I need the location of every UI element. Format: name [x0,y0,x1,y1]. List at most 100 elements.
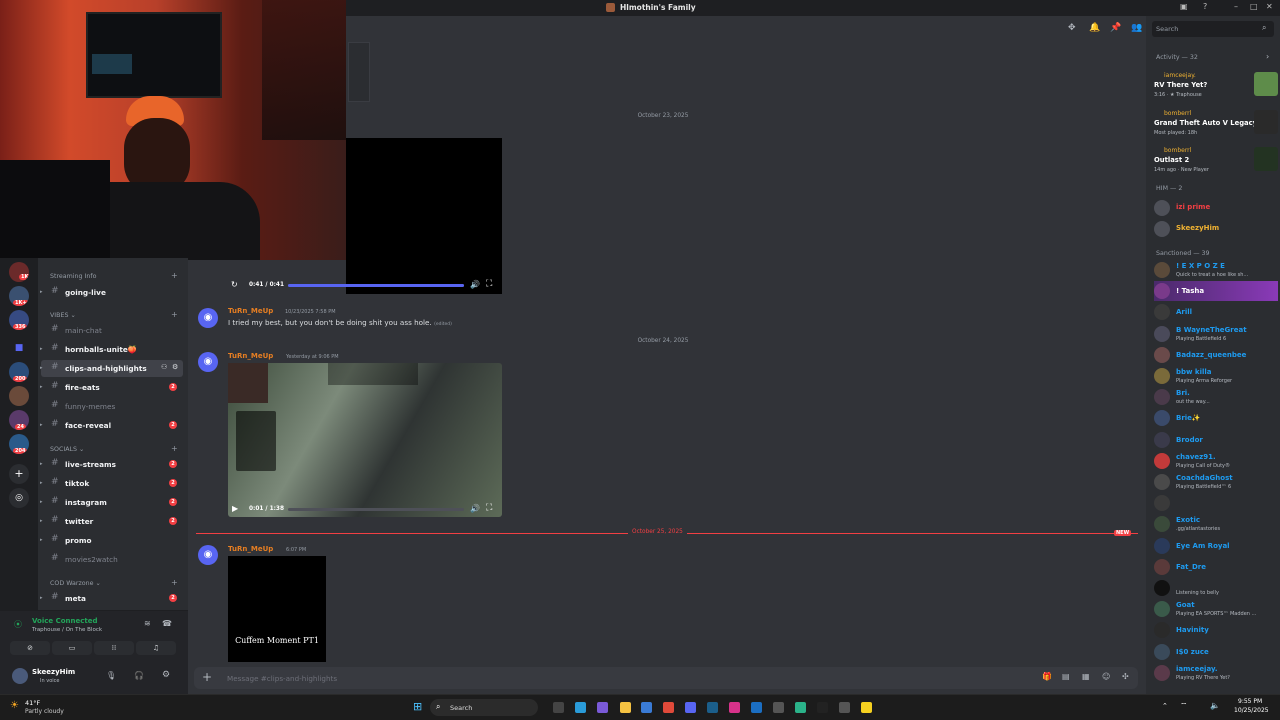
member-item[interactable]: Fat_Dre [1154,557,1278,577]
chrome-icon[interactable] [663,702,674,713]
headphones-icon[interactable]: 🎧 [134,671,144,680]
fullscreen-icon[interactable]: ⛶ [486,503,492,513]
activity-card[interactable]: bomberrl Grand Theft Auto V Legacy Most pl… [1154,110,1278,144]
member-item[interactable]: Arill [1154,302,1278,322]
obs-icon[interactable] [773,702,784,713]
user-name[interactable]: SkeezyHim [32,668,75,676]
server-icon[interactable]: 200 [9,362,29,382]
settings-gear-icon[interactable]: ⚙ [162,670,170,680]
help-icon[interactable]: ? [1203,2,1207,11]
channel-face-reveal[interactable]: ▸ # face-reveal 2 [40,417,183,434]
add-attachment-icon[interactable]: + [202,670,212,684]
soundboard-button[interactable]: ♫ [136,641,176,655]
channel-going-live[interactable]: ▸ # going-live [40,284,183,301]
message-composer[interactable]: + Message #clips-and-highlights 🎁 ▤ ▦ ☺ … [194,667,1138,689]
member-item[interactable]: Exotic .gg/atlantastories [1154,514,1278,534]
fullscreen-icon[interactable]: ⛶ [486,279,492,289]
clock-date[interactable]: 10/25/2025 [1234,707,1269,714]
channel-movies2watch[interactable]: # movies2watch [41,551,183,568]
member-item[interactable]: I$0 zuce [1154,642,1278,662]
clock-time[interactable]: 9:55 PM [1238,698,1262,705]
member-list-icon[interactable]: 👥 [1131,23,1142,33]
add-server-icon[interactable]: + [9,464,29,484]
channel-funny-memes[interactable]: # funny-memes [41,398,183,415]
channel-fire-eats[interactable]: ▸ # fire-eats 2 [40,379,183,396]
avatar[interactable]: ◉ [198,352,218,372]
message-author[interactable]: TuRn_MeUp [228,545,273,553]
capcut-icon[interactable] [795,702,806,713]
message-input[interactable]: Message #clips-and-highlights [227,674,337,683]
member-item[interactable]: izi prime [1154,198,1278,218]
file-explorer-icon[interactable] [620,702,631,713]
member-item[interactable] [1154,493,1278,513]
volume-icon[interactable]: 🔊 [470,280,480,289]
member-item[interactable]: CoachdaGhost Playing Battlefield™ 6 [1154,472,1278,492]
activity-card[interactable]: iamceejay. RV There Yet? 3:16 · ★ Traphous… [1154,72,1278,106]
channel-live-streams[interactable]: ▸ # live-streams 2 [40,456,183,473]
sticker-icon[interactable]: ▦ [1082,672,1090,681]
member-item[interactable]: Goat Playing EA SPORTS™ Madden ... [1154,599,1278,619]
taskbar-search[interactable]: ⌕ Search [430,699,538,716]
avatar[interactable] [12,668,28,684]
noise-suppression-icon[interactable]: ≋ [144,619,151,628]
server-icon[interactable] [9,386,29,406]
channel-meta[interactable]: ▸ # meta 2 [40,590,183,607]
avatar[interactable]: ◉ [198,308,218,328]
video-player[interactable] [228,363,502,517]
member-item[interactable]: bbw killa Playing Arma Reforger [1154,366,1278,386]
minimize-button[interactable]: – [1234,2,1238,11]
weather-icon[interactable]: ☀ [10,700,19,711]
speaker-icon[interactable]: 🔈 [1210,701,1220,710]
server-icon[interactable]: 1K+ [9,262,29,282]
channel-hornballs-unite[interactable]: ▸ # hornballs-unite🍑 [40,341,183,358]
member-item[interactable]: ! Tasha [1154,281,1278,302]
category-header[interactable]: COD Warzone ⌄ [50,580,101,587]
weather-temp[interactable]: 41°F [25,699,40,707]
pin-icon[interactable]: 📌 [1110,23,1121,33]
disconnect-icon[interactable]: ☎ [162,619,172,628]
discover-icon[interactable]: ◎ [9,488,29,508]
member-item[interactable]: iamceejay. Playing RV There Yet? [1154,663,1278,683]
activities-button[interactable]: ⁞⁞ [94,641,134,655]
gif-icon[interactable]: ▤ [1062,672,1070,681]
threads-icon[interactable]: ✥ [1068,23,1076,33]
member-item[interactable]: ! E X P O Z E Quick to treat a hoe like s… [1154,260,1278,280]
maximize-button[interactable]: □ [1250,2,1258,11]
camera-off-button[interactable]: ⊘ [10,641,50,655]
category-header[interactable]: VIBES ⌄ [50,312,76,319]
chevron-right-icon[interactable]: › [1266,52,1269,61]
channel-clips-and-highlights[interactable]: ▸ # clips-and-highlights ⚇ ⚙ [40,360,183,377]
add-channel-icon[interactable]: + [171,444,178,453]
apps-icon[interactable]: ✣ [1122,672,1129,681]
member-item[interactable]: Eye Am Royal [1154,536,1278,556]
server-icon[interactable]: 204 [9,434,29,454]
folder-icon[interactable]: ■ [9,338,29,358]
activity-card[interactable]: bomberrl Outlast 2 14m ago · New Player [1154,147,1278,181]
close-button[interactable]: ✕ [1266,2,1273,11]
media-icon[interactable] [751,702,762,713]
steam-icon[interactable] [707,702,718,713]
member-item[interactable]: Brodor [1154,430,1278,450]
video-progress-track[interactable] [288,284,464,287]
replay-icon[interactable]: ↻ [231,280,238,289]
emoji-icon[interactable]: ☺ [1102,672,1110,681]
instagram-icon[interactable] [729,702,740,713]
inbox-icon[interactable]: ▣ [1180,2,1188,11]
add-channel-icon[interactable]: + [171,310,178,319]
member-item[interactable]: Brie✨ [1154,408,1278,428]
settings-gear-icon[interactable]: ⚙ [172,363,178,371]
member-item[interactable]: Badazz_queenbee [1154,345,1278,365]
member-item[interactable]: B WayneTheGreat Playing Battlefield 6 [1154,324,1278,344]
chevron-up-icon[interactable]: ⌃ [1162,702,1168,710]
sticky-notes-icon[interactable] [861,702,872,713]
edge-icon[interactable] [575,702,586,713]
server-icon[interactable]: 336 [9,310,29,330]
server-icon[interactable]: 1K+ [9,286,29,306]
terminal-icon[interactable] [553,702,564,713]
member-item[interactable]: Havinity [1154,620,1278,640]
xbox-icon[interactable] [839,702,850,713]
channel-tiktok[interactable]: ▸ # tiktok 2 [40,475,183,492]
channel-promo[interactable]: ▸ # promo [40,532,183,549]
member-item[interactable]: Listening to belly [1154,578,1278,598]
channel-main-chat[interactable]: # main-chat [41,322,183,339]
